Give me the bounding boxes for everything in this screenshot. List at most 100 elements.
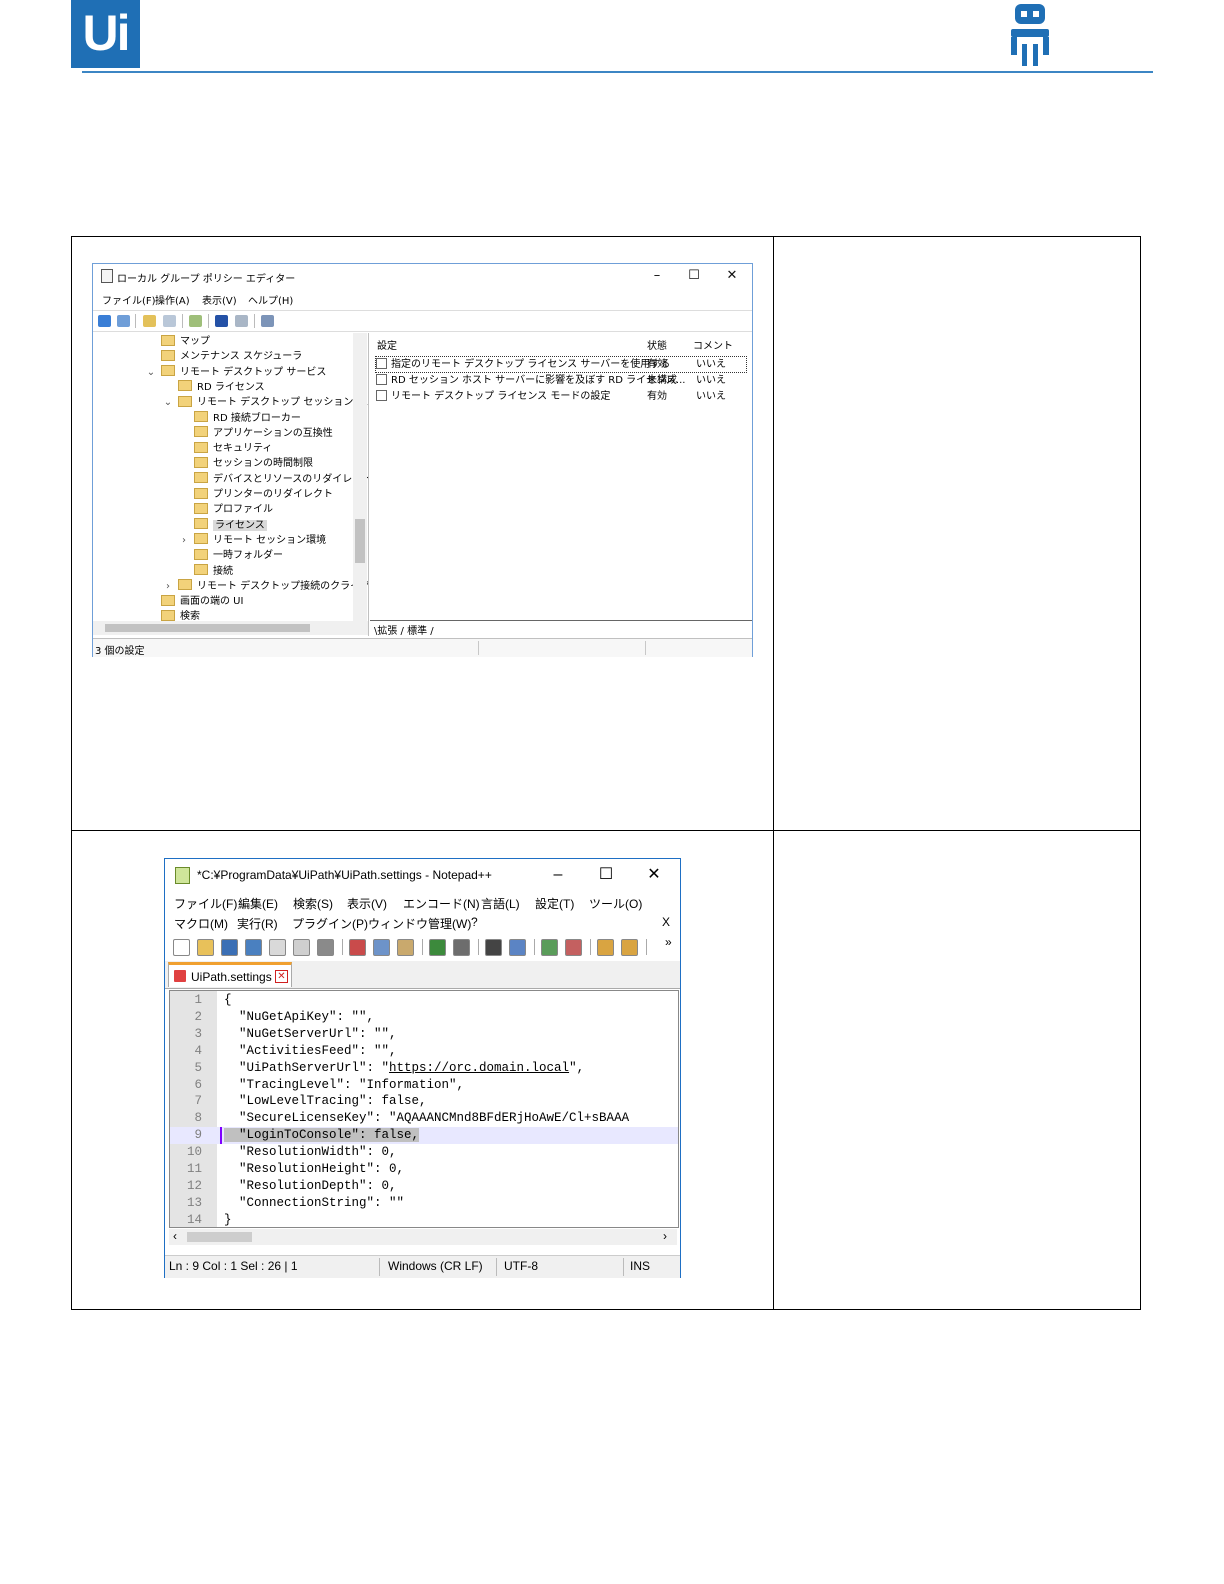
code-line[interactable]: 10 "ResolutionWidth": 0,: [170, 1144, 678, 1161]
npp-menu-item[interactable]: 表示(V): [347, 895, 387, 912]
menu-action[interactable]: 操作(A): [155, 292, 190, 307]
undo-icon[interactable]: [429, 939, 446, 956]
tree-item[interactable]: セッションの時間制限: [194, 456, 313, 471]
zoom-out-icon[interactable]: [565, 939, 582, 956]
help-icon[interactable]: [215, 315, 228, 327]
npp-menu-item[interactable]: エンコード(N): [403, 895, 480, 912]
tree-item[interactable]: プリンターのリダイレクト: [194, 487, 333, 502]
tree-item[interactable]: › リモート セッション環境: [182, 533, 326, 548]
tree-item[interactable]: 接続: [194, 564, 233, 579]
code-line[interactable]: 11 "ResolutionHeight": 0,: [170, 1161, 678, 1178]
cut-icon[interactable]: [349, 939, 366, 956]
save-all-icon[interactable]: [245, 939, 262, 956]
tree-item[interactable]: ライセンス: [194, 518, 267, 533]
code-line[interactable]: 13 "ConnectionString": "": [170, 1195, 678, 1212]
tree-expander-icon[interactable]: ⌄: [146, 365, 156, 380]
code-line[interactable]: 3 "NuGetServerUrl": "",: [170, 1026, 678, 1043]
tree-item[interactable]: RD 接続ブローカー: [194, 411, 301, 426]
tree-scroll-thumb[interactable]: [355, 519, 365, 563]
replace-icon[interactable]: [509, 939, 526, 956]
tree-item[interactable]: ⌄ リモート デスクトップ サービス: [147, 365, 326, 380]
npp-menu-close[interactable]: X: [662, 915, 670, 929]
code-line[interactable]: 12 "ResolutionDepth": 0,: [170, 1178, 678, 1195]
tree-item[interactable]: メンテナンス スケジューラ: [161, 349, 302, 364]
sync-horizontal-icon[interactable]: [621, 939, 638, 956]
npp-menu-item[interactable]: 言語(L): [481, 895, 520, 912]
npp-menu-item[interactable]: マクロ(M): [174, 915, 228, 932]
tree-item[interactable]: セキュリティ: [194, 441, 272, 456]
export-list-icon[interactable]: [189, 315, 202, 327]
npp-menu-item[interactable]: 検索(S): [293, 895, 333, 912]
new-file-icon[interactable]: [173, 939, 190, 956]
npp-menu-item[interactable]: ?: [471, 915, 478, 929]
npp-menu-item[interactable]: 実行(R): [237, 915, 278, 932]
npp-menu-item[interactable]: プラグイン(P): [292, 915, 368, 932]
code-line[interactable]: 7 "LowLevelTracing": false,: [170, 1093, 678, 1110]
redo-icon[interactable]: [453, 939, 470, 956]
properties-icon[interactable]: [235, 315, 248, 327]
find-icon[interactable]: [485, 939, 502, 956]
col-header-setting[interactable]: 設定: [377, 337, 397, 352]
menu-file[interactable]: ファイル(F): [102, 292, 156, 307]
tree-vertical-scrollbar[interactable]: [353, 333, 367, 623]
code-line[interactable]: 9 "LoginToConsole": false,: [170, 1127, 678, 1145]
tree-item[interactable]: デバイスとリソースのリダイレクト: [194, 472, 368, 487]
tree-item[interactable]: RD ライセンス: [178, 380, 265, 395]
close-file-icon[interactable]: [269, 939, 286, 956]
paste-icon[interactable]: [397, 939, 414, 956]
tree-item[interactable]: アプリケーションの互換性: [194, 426, 333, 441]
code-line[interactable]: 1{: [170, 992, 678, 1009]
policy-setting-row[interactable]: 指定のリモート デスクトップ ライセンス サーバーを使用する 有効 いいえ: [375, 356, 747, 373]
open-file-icon[interactable]: [197, 939, 214, 956]
col-header-state[interactable]: 状態: [647, 337, 667, 352]
tab-uipath-settings[interactable]: UiPath.settings ✕: [168, 962, 292, 987]
tab-close-icon[interactable]: ✕: [275, 970, 288, 983]
code-editor[interactable]: 1{2 "NuGetApiKey": "", 3 "NuGetServerUrl"…: [169, 990, 679, 1228]
maximize-button[interactable]: ☐: [682, 267, 706, 285]
tree-item[interactable]: マップ: [161, 334, 210, 349]
forward-arrow-icon[interactable]: [117, 315, 130, 327]
url-link[interactable]: https://orc.domain.local: [389, 1061, 569, 1075]
tree-expander-icon[interactable]: ›: [163, 579, 173, 594]
code-line[interactable]: 4 "ActivitiesFeed": "",: [170, 1043, 678, 1060]
zoom-in-icon[interactable]: [541, 939, 558, 956]
npp-menu-item[interactable]: ツール(O): [589, 895, 642, 912]
tree-item[interactable]: プロファイル: [194, 502, 273, 517]
minimize-button[interactable]: –: [645, 267, 669, 285]
code-line[interactable]: 14}: [170, 1212, 678, 1227]
close-all-icon[interactable]: [293, 939, 310, 956]
show-hide-tree-icon[interactable]: [163, 315, 176, 327]
col-header-comment[interactable]: コメント: [693, 337, 733, 352]
npp-menu-item[interactable]: 設定(T): [535, 895, 574, 912]
save-icon[interactable]: [221, 939, 238, 956]
code-line[interactable]: 2 "NuGetApiKey": "",: [170, 1009, 678, 1026]
npp-menu-item[interactable]: ファイル(F): [174, 895, 237, 912]
code-line[interactable]: 8 "SecureLicenseKey": "AQAAANCMnd8BFdERj…: [170, 1110, 678, 1127]
copy-icon[interactable]: [373, 939, 390, 956]
code-line[interactable]: 5 "UiPathServerUrl": "https://orc.domain…: [170, 1060, 678, 1077]
tree-item[interactable]: 一時フォルダー: [194, 548, 283, 563]
toolbar-overflow-icon[interactable]: »: [665, 935, 672, 949]
npp-close-button[interactable]: ✕: [639, 863, 669, 887]
print-icon[interactable]: [317, 939, 334, 956]
tree-hscroll-thumb[interactable]: [105, 624, 310, 632]
npp-menu-item[interactable]: 編集(E): [238, 895, 278, 912]
tree-expander-icon[interactable]: ⌄: [163, 395, 173, 410]
editor-hscroll-thumb[interactable]: [187, 1232, 252, 1242]
close-button[interactable]: ✕: [720, 267, 744, 285]
tree-item[interactable]: › リモート デスクトップ接続のクライアント: [166, 579, 368, 594]
up-folder-icon[interactable]: [143, 315, 156, 327]
npp-maximize-button[interactable]: ☐: [591, 863, 621, 887]
tab-extended-standard[interactable]: \拡張 / 標準 /: [374, 622, 434, 637]
code-line[interactable]: 6 "TracingLevel": "Information",: [170, 1077, 678, 1094]
back-arrow-icon[interactable]: [98, 315, 111, 327]
filter-icon[interactable]: [261, 315, 274, 327]
npp-minimize-button[interactable]: –: [543, 863, 573, 887]
editor-horizontal-scrollbar[interactable]: ‹ ›: [169, 1229, 677, 1245]
tree-item[interactable]: 画面の端の UI: [161, 594, 243, 609]
policy-setting-row[interactable]: リモート デスクトップ ライセンス モードの設定 有効 いいえ: [376, 389, 746, 404]
menu-view[interactable]: 表示(V): [202, 292, 237, 307]
tree-item[interactable]: ⌄ リモート デスクトップ セッション ホスト: [164, 395, 368, 410]
tree-horizontal-scrollbar[interactable]: [93, 621, 368, 635]
menu-help[interactable]: ヘルプ(H): [248, 292, 293, 307]
